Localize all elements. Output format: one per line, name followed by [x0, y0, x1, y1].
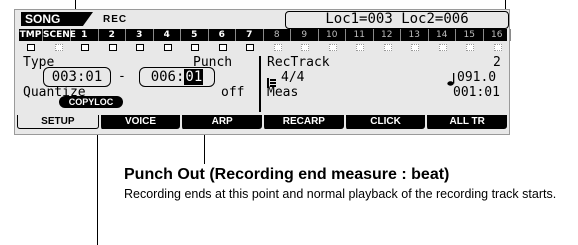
punch-out-beat-cursor: 01 — [184, 69, 204, 85]
quantize-value[interactable]: off — [221, 86, 244, 100]
track-tempo[interactable]: TMP — [19, 29, 43, 41]
time-signature-value[interactable]: 4/4 — [281, 71, 304, 85]
track-status-boxes — [19, 43, 507, 53]
track-7[interactable]: 7 — [236, 29, 264, 41]
annotation-description: Recording ends at this point and normal … — [124, 187, 557, 201]
status-box-track-4 — [164, 44, 172, 51]
status-box-track-15 — [466, 44, 474, 51]
track-12[interactable]: 12 — [374, 29, 401, 41]
annotation-title: Punch Out (Recording end measure : beat) — [124, 166, 450, 183]
function-tabs: SETUP VOICE ARP RECARP CLICK ALL TR — [17, 114, 508, 130]
status-box-track-8 — [274, 44, 282, 51]
track-11[interactable]: 11 — [346, 29, 374, 41]
leader-line-bottom-left — [97, 124, 98, 245]
status-box-scene — [55, 44, 63, 51]
status-box-track-1 — [81, 44, 89, 51]
status-box-track-7 — [246, 44, 254, 51]
track-1[interactable]: 1 — [71, 29, 99, 41]
tab-voice[interactable]: VOICE — [98, 115, 181, 129]
status-box-track-9 — [301, 44, 309, 51]
track-4[interactable]: 4 — [154, 29, 181, 41]
track-5[interactable]: 5 — [181, 29, 209, 41]
rec-status: REC — [103, 14, 128, 25]
track-15[interactable]: 15 — [456, 29, 484, 41]
track-scene[interactable]: SCENE — [43, 29, 76, 41]
status-box-track-11 — [356, 44, 364, 51]
tab-recarp[interactable]: RECARP — [262, 115, 344, 129]
status-box-track-5 — [191, 44, 199, 51]
rectrack-label: RecTrack — [267, 55, 330, 70]
track-3[interactable]: 3 — [126, 29, 154, 41]
status-box-track-3 — [136, 44, 144, 51]
punch-in-field[interactable]: 003:01 — [43, 67, 111, 87]
status-box-track-13 — [411, 44, 419, 51]
status-box-track-10 — [329, 44, 337, 51]
mode-tab-song: SONG — [21, 12, 93, 26]
track-14[interactable]: 14 — [429, 29, 456, 41]
tab-all-tracks[interactable]: ALL TR — [425, 115, 508, 129]
status-box-track-14 — [439, 44, 447, 51]
locator-display[interactable]: Loc1=003 Loc2=006 — [285, 11, 509, 29]
tab-click[interactable]: CLICK — [343, 115, 426, 129]
lcd-screen: SONG REC Loc1=003 Loc2=006 TMP SCENE 1 2… — [14, 9, 511, 135]
track-13[interactable]: 13 — [401, 29, 429, 41]
status-box-tempo — [27, 44, 35, 51]
punch-out-field[interactable]: 006:01 — [139, 67, 215, 87]
track-2[interactable]: 2 — [99, 29, 126, 41]
tab-arp[interactable]: ARP — [180, 115, 263, 129]
track-16[interactable]: 16 — [484, 29, 511, 41]
copyloc-button[interactable]: COPYLOC — [59, 96, 123, 108]
track-6[interactable]: 6 — [209, 29, 236, 41]
time-signature-icon — [267, 73, 276, 88]
punch-out-measure: 006: — [150, 69, 185, 85]
meas-label: Meas — [267, 85, 299, 100]
column-divider — [259, 56, 261, 112]
tempo-value[interactable]: 091.0 — [457, 71, 496, 85]
meas-value[interactable]: 001:01 — [453, 86, 500, 100]
track-9[interactable]: 9 — [291, 29, 319, 41]
track-10[interactable]: 10 — [319, 29, 346, 41]
status-box-track-12 — [384, 44, 392, 51]
track-8[interactable]: 8 — [264, 29, 291, 41]
punch-range-dash: - — [118, 69, 126, 84]
status-box-track-6 — [219, 44, 227, 51]
status-box-track-2 — [109, 44, 117, 51]
status-box-track-16 — [494, 44, 502, 51]
tab-setup[interactable]: SETUP — [17, 115, 99, 129]
quarter-note-icon — [447, 71, 456, 86]
track-selector-row: TMP SCENE 1 2 3 4 5 6 7 8 9 10 11 12 13 … — [19, 29, 511, 41]
rectrack-value[interactable]: 2 — [493, 56, 501, 70]
